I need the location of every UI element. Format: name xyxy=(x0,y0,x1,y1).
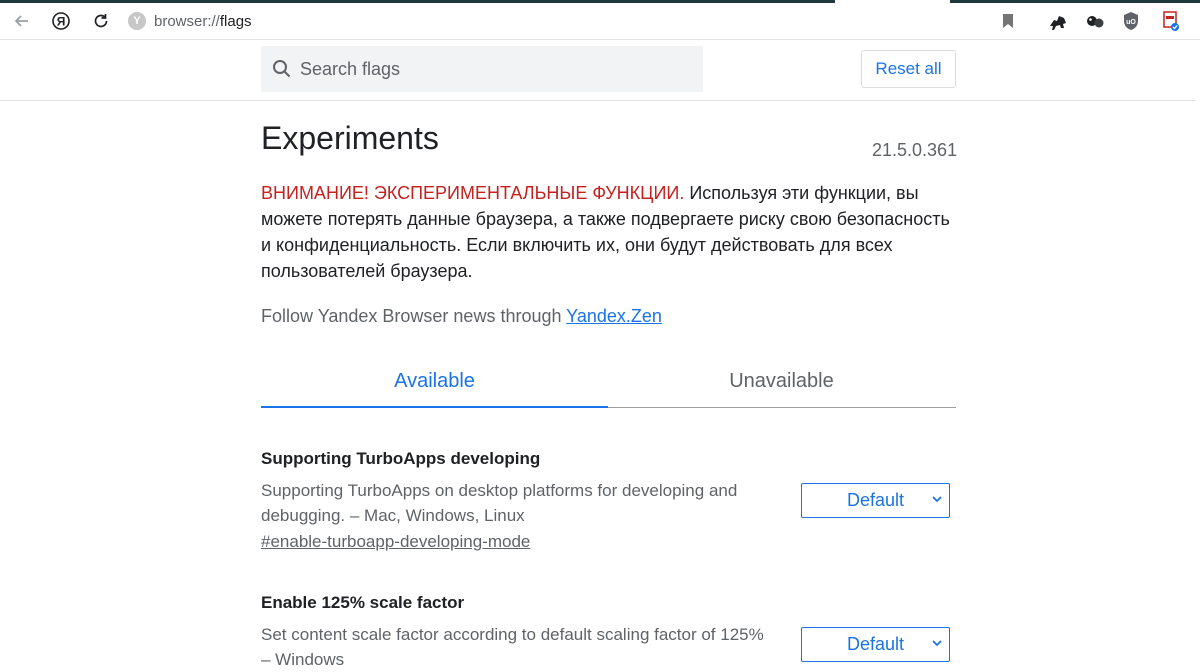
svg-text:uO: uO xyxy=(1126,19,1136,26)
yandex-button[interactable]: Я xyxy=(48,8,74,34)
warning-message: ВНИМАНИЕ! ЭКСПЕРИМЕНТАЛЬНЫЕ ФУНКЦИИ. Исп… xyxy=(261,180,961,284)
extension-bubbles[interactable] xyxy=(1082,8,1108,34)
chevron-down-icon xyxy=(932,640,942,647)
bookmark-icon xyxy=(1003,14,1013,28)
svg-text:Я: Я xyxy=(57,15,66,29)
search-flags-box[interactable] xyxy=(261,46,703,92)
flag-item: Supporting TurboApps developing Supporti… xyxy=(261,449,956,552)
flags-header: Reset all xyxy=(0,40,1200,101)
site-badge-icon: Y xyxy=(128,12,146,30)
bookmark-button[interactable] xyxy=(995,8,1021,34)
reload-button[interactable] xyxy=(88,8,114,34)
search-flags-input[interactable] xyxy=(298,57,682,81)
extension-pdf[interactable] xyxy=(1158,8,1184,34)
flag-value-select[interactable]: Default xyxy=(801,627,950,662)
flag-value: Default xyxy=(846,490,905,510)
flag-name: Supporting TurboApps developing xyxy=(261,449,541,468)
flag-value-select[interactable]: Default xyxy=(801,483,950,518)
extension-ublock[interactable]: uO xyxy=(1118,8,1144,34)
reload-icon xyxy=(94,14,108,28)
horse-extension-icon xyxy=(1050,16,1066,30)
yandex-zen-link[interactable]: Yandex.Zen xyxy=(566,306,662,326)
flag-item: Enable 125% scale factor Set content sca… xyxy=(261,593,956,672)
flag-description: Supporting TurboApps on desktop platform… xyxy=(261,481,738,525)
browser-toolbar: Я Y browser://flags uO xyxy=(0,3,1200,40)
page-title: Experiments xyxy=(261,120,439,156)
tab-unavailable[interactable]: Unavailable xyxy=(608,356,955,406)
flag-anchor-link[interactable]: #enable-turboapp-developing-mode xyxy=(261,532,530,552)
yandex-logo-icon: Я xyxy=(52,12,70,30)
ublock-shield-icon: uO xyxy=(1124,12,1138,30)
reset-all-button[interactable]: Reset all xyxy=(861,50,956,88)
flag-name: Enable 125% scale factor xyxy=(261,593,465,612)
chevron-down-icon xyxy=(932,496,942,503)
extension-horse[interactable] xyxy=(1045,8,1071,34)
browser-version: 21.5.0.361 xyxy=(872,140,958,160)
flags-tabs: Available Unavailable xyxy=(261,356,956,408)
scrollbar[interactable] xyxy=(1196,40,1200,661)
address-bar[interactable]: Y browser://flags xyxy=(128,10,252,32)
warning-heading: ВНИМАНИЕ! ЭКСПЕРИМЕНТАЛЬНЫЕ ФУНКЦИИ. xyxy=(261,183,685,203)
flag-value: Default xyxy=(846,634,905,654)
tab-available[interactable]: Available xyxy=(261,356,608,408)
flag-description: Set content scale factor according to de… xyxy=(261,625,764,669)
back-button[interactable] xyxy=(9,8,35,34)
follow-news: Follow Yandex Browser news through Yande… xyxy=(261,306,662,327)
arrow-left-icon xyxy=(14,15,28,27)
follow-text: Follow Yandex Browser news through xyxy=(261,306,567,326)
search-icon xyxy=(273,60,291,78)
pdf-extension-icon xyxy=(1163,11,1179,31)
url-path: flags xyxy=(219,12,252,30)
bubbles-extension-icon xyxy=(1087,16,1104,28)
url-scheme: browser:// xyxy=(154,12,220,30)
